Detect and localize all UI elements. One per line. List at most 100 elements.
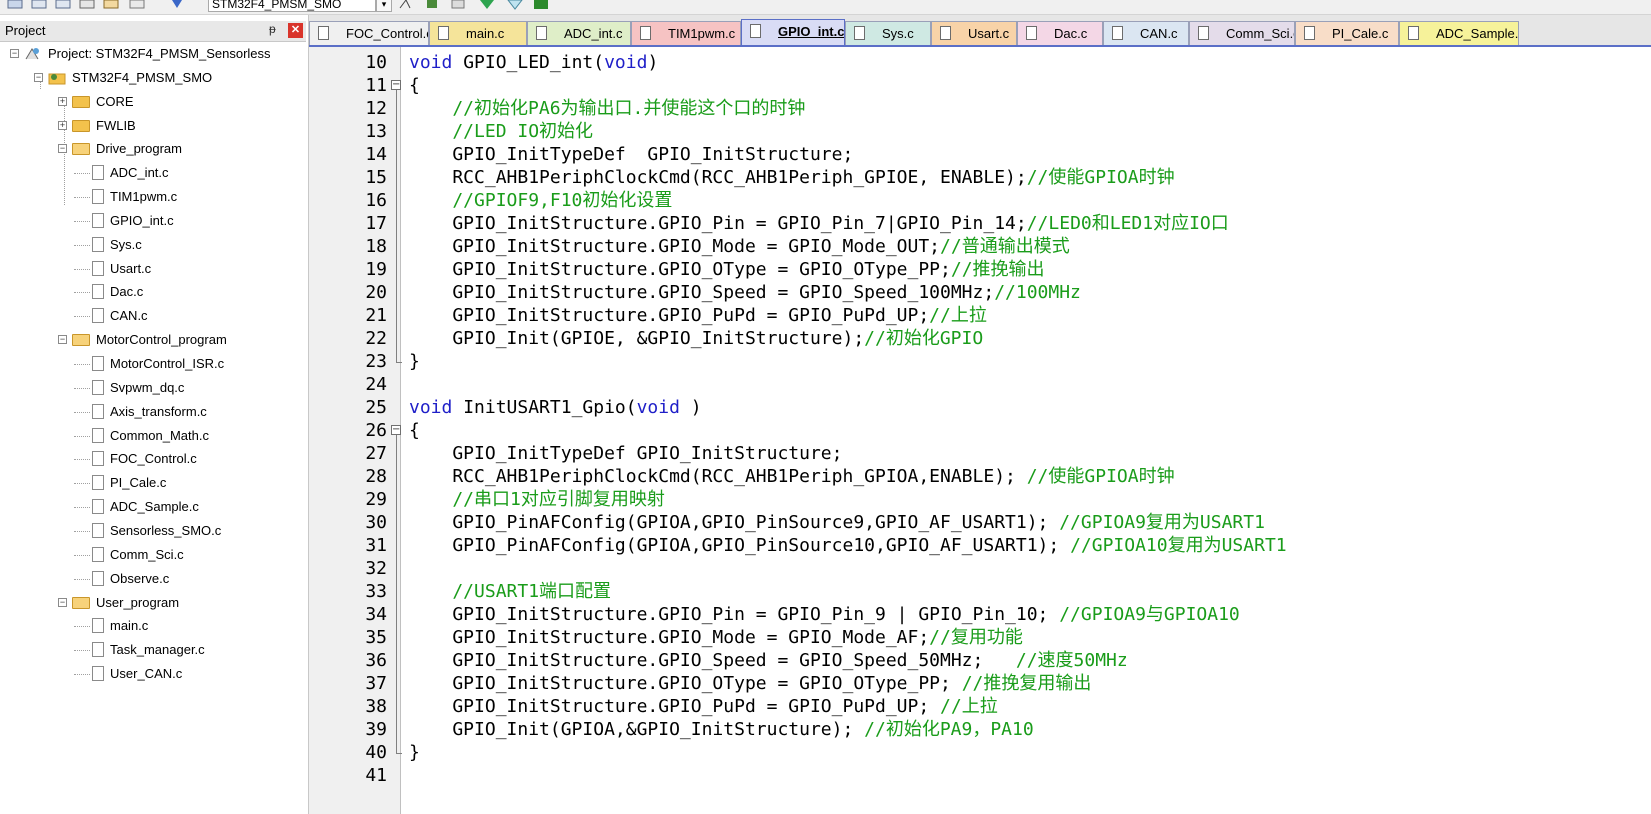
code-line[interactable]: 27 GPIO_InitTypeDef GPIO_InitStructure; <box>309 442 1651 465</box>
manage-components-icon[interactable] <box>425 0 445 10</box>
code-line[interactable]: 30 GPIO_PinAFConfig(GPIOA,GPIO_PinSource… <box>309 511 1651 534</box>
tree-file-item[interactable]: CAN.c <box>0 305 306 327</box>
tab-foc-control-c[interactable]: FOC_Control.c <box>309 21 429 45</box>
code-line[interactable]: 19 GPIO_InitStructure.GPIO_OType = GPIO_… <box>309 258 1651 281</box>
code-line[interactable]: 15 RCC_AHB1PeriphClockCmd(RCC_AHB1Periph… <box>309 166 1651 189</box>
tree-file-item[interactable]: MotorControl_ISR.c <box>0 353 306 375</box>
tree-group-item[interactable]: − Drive_program <box>0 138 306 160</box>
code-line[interactable]: 21 GPIO_InitStructure.GPIO_PuPd = GPIO_P… <box>309 304 1651 327</box>
code-line[interactable]: 41 <box>309 764 1651 787</box>
code-line[interactable]: 38 GPIO_InitStructure.GPIO_PuPd = GPIO_P… <box>309 695 1651 718</box>
build-icon[interactable] <box>102 0 122 10</box>
code-line[interactable]: 12 //初始化PA6为输出口.并使能这个口的时钟 <box>309 97 1651 120</box>
code-line[interactable]: 16 //GPIOF9,F10初始化设置 <box>309 189 1651 212</box>
tree-file-item[interactable]: FOC_Control.c <box>0 448 306 470</box>
code-line[interactable]: 10 void GPIO_LED_int(void) <box>309 51 1651 74</box>
tree-file-item[interactable]: main.c <box>0 615 306 637</box>
pin-icon[interactable]: ᵽ <box>269 22 276 36</box>
code-line[interactable]: 37 GPIO_InitStructure.GPIO_OType = GPIO_… <box>309 672 1651 695</box>
tree-file-item[interactable]: Comm_Sci.c <box>0 544 306 566</box>
tree-file-item[interactable]: TIM1pwm.c <box>0 186 306 208</box>
expand-icon[interactable]: + <box>58 97 67 106</box>
code-line[interactable]: 35 GPIO_InitStructure.GPIO_Mode = GPIO_M… <box>309 626 1651 649</box>
code-line[interactable]: 11−{ <box>309 74 1651 97</box>
tree-file-item[interactable]: PI_Cale.c <box>0 472 306 494</box>
code-line[interactable]: 28 RCC_AHB1PeriphClockCmd(RCC_AHB1Periph… <box>309 465 1651 488</box>
tree-group-item[interactable]: + FWLIB <box>0 115 306 137</box>
target-select[interactable]: STM32F4_PMSM_SMO <box>208 0 376 12</box>
code-line[interactable]: 17 GPIO_InitStructure.GPIO_Pin = GPIO_Pi… <box>309 212 1651 235</box>
tree-group-item[interactable]: − User_program <box>0 592 306 614</box>
collapse-icon[interactable]: − <box>58 598 67 607</box>
tree-file-item[interactable]: Svpwm_dq.c <box>0 377 306 399</box>
tree-file-item[interactable]: Dac.c <box>0 281 306 303</box>
tab-can-c[interactable]: CAN.c <box>1103 21 1189 45</box>
code-line[interactable]: 31 GPIO_PinAFConfig(GPIOA,GPIO_PinSource… <box>309 534 1651 557</box>
code-line[interactable]: 29 //串口1对应引脚复用映射 <box>309 488 1651 511</box>
file-icon <box>92 618 104 633</box>
code-editor[interactable]: 10 void GPIO_LED_int(void) 11−{12 //初始化PA6… <box>309 47 1651 814</box>
debug-icon[interactable] <box>532 0 552 10</box>
tree-group-item[interactable]: − MotorControl_program <box>0 329 306 351</box>
code-line[interactable]: 26−{ <box>309 419 1651 442</box>
save-icon[interactable] <box>30 0 50 10</box>
code-line[interactable]: 33 //USART1端口配置 <box>309 580 1651 603</box>
code-line[interactable]: 20 GPIO_InitStructure.GPIO_Speed = GPIO_… <box>309 281 1651 304</box>
tree-target-item[interactable]: − STM32F4_PMSM_SMO <box>0 67 306 89</box>
code-line[interactable]: 14 GPIO_InitTypeDef GPIO_InitStructure; <box>309 143 1651 166</box>
code-line[interactable]: 23} <box>309 350 1651 373</box>
rebuild-icon[interactable] <box>128 0 148 10</box>
collapse-icon[interactable]: − <box>391 80 401 90</box>
save-all-icon[interactable] <box>54 0 74 10</box>
code-line[interactable]: 18 GPIO_InitStructure.GPIO_Mode = GPIO_M… <box>309 235 1651 258</box>
tree-guide-line <box>74 650 90 651</box>
tab-tim1pwm-c[interactable]: TIM1pwm.c <box>631 21 741 45</box>
tree-file-item[interactable]: Task_manager.c <box>0 639 306 661</box>
tab-dac-c[interactable]: Dac.c <box>1017 21 1103 45</box>
code-line[interactable]: 22 GPIO_Init(GPIOE, &GPIO_InitStructure)… <box>309 327 1651 350</box>
code-line[interactable]: 40} <box>309 741 1651 764</box>
tree-file-item[interactable]: Sensorless_SMO.c <box>0 520 306 542</box>
code-line[interactable]: 34 GPIO_InitStructure.GPIO_Pin = GPIO_Pi… <box>309 603 1651 626</box>
chevron-down-icon[interactable]: ▾ <box>376 0 392 12</box>
tree-file-item[interactable]: Common_Math.c <box>0 425 306 447</box>
collapse-icon[interactable]: − <box>10 49 19 58</box>
tree-file-item[interactable]: GPIO_int.c <box>0 210 306 232</box>
tab-comm-sci-c[interactable]: Comm_Sci.c <box>1189 21 1295 45</box>
collapse-icon[interactable]: − <box>391 425 401 435</box>
collapse-icon[interactable]: − <box>34 73 43 82</box>
tab-main-c[interactable]: main.c <box>429 21 527 45</box>
expand-icon[interactable]: + <box>58 121 67 130</box>
download-icon[interactable] <box>168 0 188 10</box>
collapse-icon[interactable]: − <box>58 144 67 153</box>
tab-gpio-int-c[interactable]: GPIO_int.c <box>741 19 845 45</box>
tree-file-item[interactable]: Axis_transform.c <box>0 401 306 423</box>
tab-adc-int-c[interactable]: ADC_int.c <box>527 21 631 45</box>
tree-file-item[interactable]: Usart.c <box>0 258 306 280</box>
code-line[interactable]: 25 void InitUSART1_Gpio(void ) <box>309 396 1651 419</box>
tree-file-item[interactable]: Sys.c <box>0 234 306 256</box>
tab-pi-cale-c[interactable]: PI_Cale.c <box>1295 21 1399 45</box>
close-icon[interactable]: ✕ <box>288 23 303 38</box>
code-line[interactable]: 39 GPIO_Init(GPIOA,&GPIO_InitStructure);… <box>309 718 1651 741</box>
tree-project-root[interactable]: − Project: STM32F4_PMSM_Sensorless <box>0 43 306 65</box>
file-extensions-icon[interactable] <box>450 0 470 10</box>
target-options-icon[interactable] <box>398 0 418 10</box>
tab-sys-c[interactable]: Sys.c <box>845 21 931 45</box>
code-line[interactable]: 24 <box>309 373 1651 396</box>
tree-file-item[interactable]: User_CAN.c <box>0 663 306 685</box>
tab-usart-c[interactable]: Usart.c <box>931 21 1017 45</box>
pack-installer-icon[interactable] <box>478 0 498 10</box>
code-line[interactable]: 36 GPIO_InitStructure.GPIO_Speed = GPIO_… <box>309 649 1651 672</box>
tab-adc-sample-c[interactable]: ADC_Sample.c <box>1399 21 1519 45</box>
collapse-icon[interactable]: − <box>58 335 67 344</box>
print-icon[interactable] <box>78 0 98 10</box>
tree-file-item[interactable]: ADC_Sample.c <box>0 496 306 518</box>
open-file-icon[interactable] <box>6 0 26 10</box>
code-line[interactable]: 13 //LED IO初始化 <box>309 120 1651 143</box>
tree-file-item[interactable]: Observe.c <box>0 568 306 590</box>
tree-group-item[interactable]: + CORE <box>0 91 306 113</box>
select-pack-icon[interactable] <box>506 0 526 10</box>
tree-file-item[interactable]: ADC_int.c <box>0 162 306 184</box>
code-line[interactable]: 32 <box>309 557 1651 580</box>
